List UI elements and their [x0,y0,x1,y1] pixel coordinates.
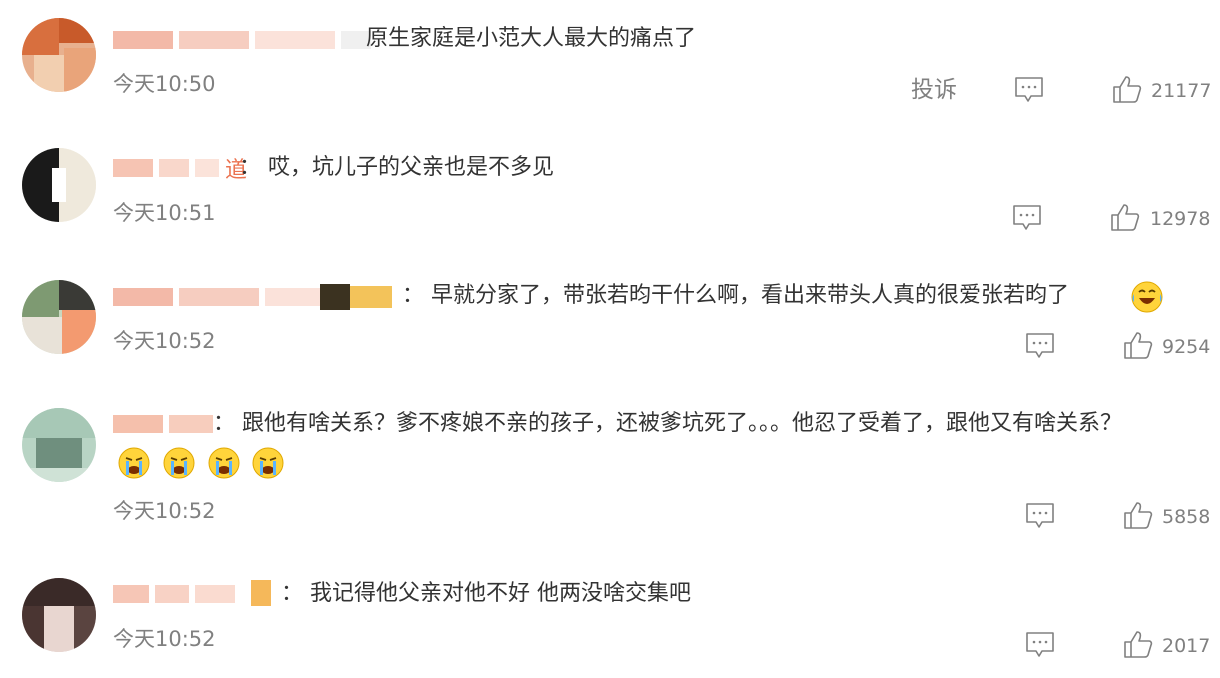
like-count: 12978 [1150,208,1211,230]
comment-bubble-icon[interactable] [1012,204,1042,232]
thumbs-up-icon[interactable] [1112,74,1142,104]
comment-time: 今天10:50 [113,72,216,96]
avatar[interactable] [22,280,96,354]
user-badge [247,580,275,606]
comment-text: ： 哎，坑儿子的父亲也是不多见 [239,155,554,180]
username[interactable] [113,285,331,309]
like-count: 2017 [1162,635,1211,657]
comment-time: 今天10:52 [113,329,216,353]
thumbs-up-icon[interactable] [1123,500,1153,530]
crying-emoji [163,447,195,479]
comment-time: 今天10:51 [113,201,216,225]
avatar[interactable] [22,18,96,92]
username[interactable] [113,412,219,436]
like-count: 5858 [1162,506,1211,528]
avatar[interactable] [22,408,96,482]
crying-emoji [208,447,240,479]
crying-emoji [252,447,284,479]
comment-bubble-icon[interactable] [1025,631,1055,659]
comment-time: 今天10:52 [113,499,216,523]
thumbs-up-icon[interactable] [1123,330,1153,360]
laughing-tears-emoji [1131,281,1163,313]
like-count: 9254 [1162,336,1211,358]
comment-time: 今天10:52 [113,627,216,651]
username[interactable]: 道 [113,156,247,183]
avatar[interactable] [22,148,96,222]
comment-text: ： 跟他有啥关系？爹不疼娘不亲的孩子，还被爹坑死了。。。他忍了受着了，跟他又有啥… [213,411,1122,436]
comment-text: 原生家庭是小范大人最大的痛点了 [366,26,697,51]
user-badge [320,284,392,310]
crying-emoji [118,447,150,479]
comment-bubble-icon[interactable] [1025,332,1055,360]
username[interactable] [113,582,241,606]
comment-text: ： 我记得他父亲对他不好 他两没啥交集吧 [281,581,691,606]
username[interactable] [113,28,377,52]
comment-bubble-icon[interactable] [1025,502,1055,530]
avatar[interactable] [22,578,96,652]
like-count: 21177 [1151,80,1212,102]
comment-text: ： 早就分家了，带张若昀干什么啊，看出来带头人真的很爱张若昀了 [402,283,1069,308]
report-button[interactable]: 投诉 [911,77,957,103]
thumbs-up-icon[interactable] [1123,629,1153,659]
comment-bubble-icon[interactable] [1014,76,1044,104]
thumbs-up-icon[interactable] [1110,202,1140,232]
